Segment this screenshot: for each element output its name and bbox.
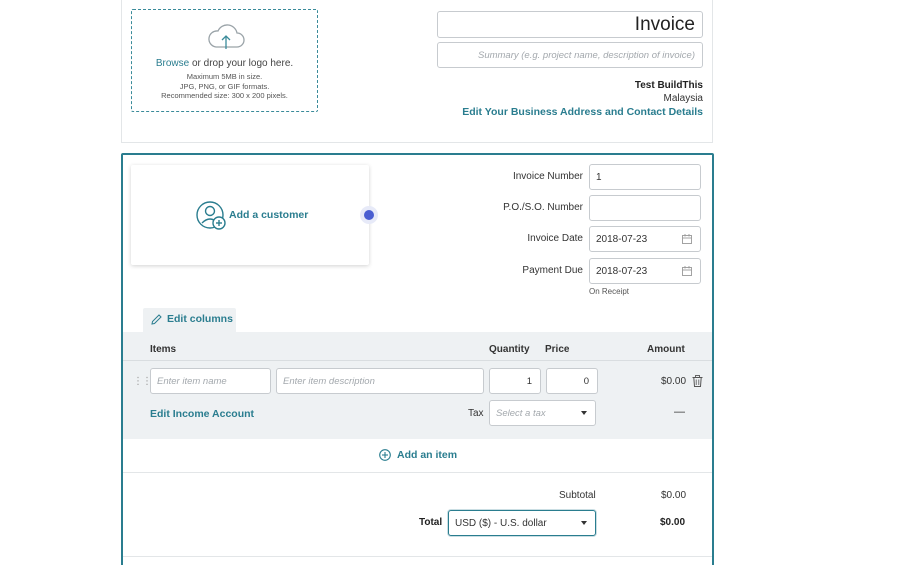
invoice-date-value: 2018-07-23 [596,234,648,245]
tax-select-placeholder: Select a tax [496,408,546,419]
add-customer-label: Add a customer [229,209,309,221]
add-user-icon [196,201,226,230]
plus-circle-icon [379,449,391,461]
cursor-focus-indicator [360,206,378,224]
currency-select[interactable]: USD ($) - U.S. dollar [448,510,596,536]
item-description-input[interactable]: Enter item description [276,368,484,394]
invoice-number-input[interactable]: 1 [589,164,701,190]
po-so-number-label: P.O./S.O. Number [503,202,583,213]
amount-column-header: Amount [647,344,685,355]
payment-due-label: Payment Due [522,265,583,276]
edit-income-account-link[interactable]: Edit Income Account [150,408,254,420]
logo-dropzone[interactable]: Browse or drop your logo here. Maximum 5… [131,9,318,112]
logo-max-size: Maximum 5MB in size. [186,72,263,81]
total-value: $0.00 [660,517,686,528]
browse-link[interactable]: Browse [156,58,189,69]
add-item-button[interactable]: Add an item [379,449,457,461]
invoice-title-input[interactable]: Invoice [437,11,703,38]
business-name: Test BuildThis [634,80,703,91]
invoice-number-label: Invoice Number [512,171,583,182]
edit-business-details-link[interactable]: Edit Your Business Address and Contact D… [462,106,703,118]
item-name-input[interactable]: Enter item name [150,368,271,394]
currency-selected-value: USD ($) - U.S. dollar [455,518,547,529]
chevron-down-icon [581,411,587,415]
item-name-placeholder: Enter item name [157,376,227,387]
item-description-placeholder: Enter item description [283,376,375,387]
trash-icon[interactable] [692,375,703,387]
business-country: Malaysia [663,93,703,104]
logo-formats: JPG, PNG, or GIF formats. [179,81,270,91]
logo-recommended-size: Recommended size: 300 x 200 pixels. [161,91,288,100]
chevron-down-icon [581,521,587,525]
item-price-input[interactable]: 0 [546,368,598,394]
total-label: Total [419,517,443,528]
add-customer-button[interactable]: Add a customer [131,165,369,265]
payment-due-input[interactable]: 2018-07-23 [589,258,701,284]
items-column-header: Items [150,344,177,355]
item-quantity-input[interactable]: 1 [489,368,541,394]
tax-label: Tax [468,408,484,419]
payment-terms-text: On Receipt [589,287,630,296]
price-column-header: Price [545,344,570,355]
cloud-upload-icon [208,24,245,49]
add-item-label: Add an item [397,449,458,461]
edit-columns-button[interactable]: Edit columns [143,308,236,332]
item-amount: $0.00 [661,376,687,387]
calendar-icon[interactable] [682,266,692,276]
calendar-icon[interactable] [682,234,692,244]
subtotal-value: $0.00 [661,490,687,501]
logo-drop-instructions: Browse or drop your logo here. [155,58,294,69]
quantity-column-header: Quantity [489,344,530,355]
items-table-header: Items Quantity Price Amount [123,332,712,361]
invoice-date-input[interactable]: 2018-07-23 [589,226,701,252]
tax-select[interactable]: Select a tax [489,400,596,426]
tax-amount: — [674,406,685,418]
section-divider [123,556,712,557]
invoice-date-label: Invoice Date [527,233,583,244]
edit-columns-label: Edit columns [167,313,233,325]
po-so-number-input[interactable] [589,195,701,221]
pencil-icon [151,314,162,325]
subtotal-label: Subtotal [559,490,596,501]
invoice-summary-input[interactable]: Summary (e.g. project name, description … [437,42,703,68]
payment-due-value: 2018-07-23 [596,266,648,277]
drag-handle-icon[interactable]: ⋮⋮ [133,376,152,387]
section-divider [123,472,712,473]
